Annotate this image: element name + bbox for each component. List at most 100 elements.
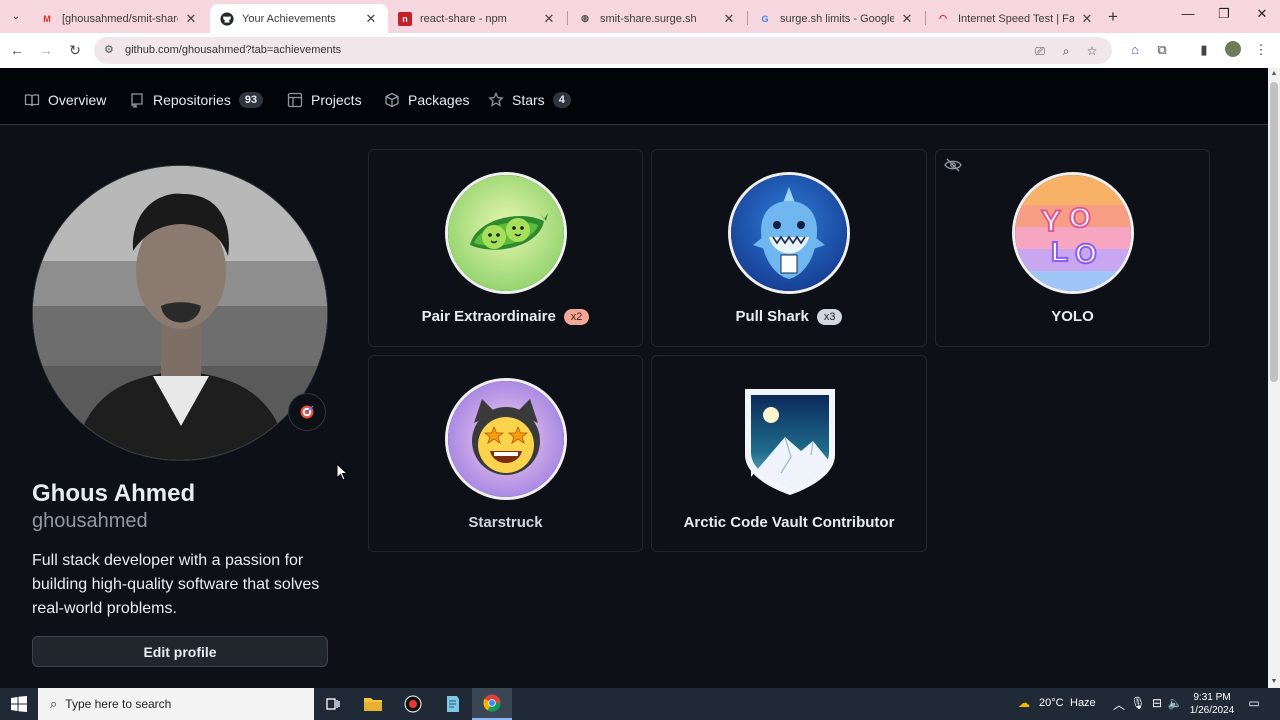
forward-icon[interactable]: → xyxy=(37,41,55,59)
star-eyes-cat-icon xyxy=(444,378,567,500)
achievement-card-arctic-code-vault[interactable]: Arctic Code Vault Contributor xyxy=(651,355,927,552)
volume-icon[interactable]: 🔈 xyxy=(1167,696,1183,710)
tab-title: smit-share.surge.sh xyxy=(600,12,697,25)
avatar[interactable] xyxy=(32,165,328,461)
scroll-down-arrow-icon[interactable]: ▼ xyxy=(1268,676,1280,688)
file-explorer-icon[interactable] xyxy=(353,688,393,720)
minimize-icon[interactable]: — xyxy=(1178,6,1198,21)
new-tab-button[interactable]: + xyxy=(1108,7,1118,27)
task-view-icon[interactable] xyxy=(313,688,353,720)
site-info-icon[interactable]: ⚙ xyxy=(104,44,117,57)
search-placeholder: Type here to search xyxy=(65,697,172,711)
close-icon[interactable]: ✕ xyxy=(900,11,914,27)
windows-logo-icon xyxy=(11,696,27,712)
shark-icon xyxy=(728,172,850,294)
tab-overview[interactable]: Overview xyxy=(24,92,106,108)
clock-date: 1/26/2024 xyxy=(1189,705,1235,716)
taskbar-search-box[interactable]: ⌕ Type here to search xyxy=(38,688,314,720)
extension-counter-icon[interactable]: ⌂ xyxy=(1126,41,1144,59)
weather-haze-icon[interactable]: ☁ xyxy=(1016,696,1032,710)
microphone-icon[interactable]: 🎙 xyxy=(1130,696,1146,710)
extensions-puzzle-icon[interactable]: ⧉ xyxy=(1153,41,1171,59)
back-icon[interactable]: ← xyxy=(8,41,26,59)
eye-closed-icon[interactable] xyxy=(944,158,962,172)
repo-icon xyxy=(129,92,145,108)
svg-text:O: O xyxy=(1075,238,1097,269)
taskbar-clock[interactable]: 9:31 PM 1/26/2024 xyxy=(1186,691,1238,717)
achievement-tier-badge: x2 xyxy=(563,308,590,325)
tab-label: Projects xyxy=(311,92,362,108)
arctic-vault-icon xyxy=(741,385,839,497)
tab-gmail[interactable]: M [ghousahmed/smit-share] Re ✕ xyxy=(30,4,208,33)
edit-profile-button[interactable]: Edit profile xyxy=(32,636,328,667)
weather-description[interactable]: Haze xyxy=(1070,697,1096,709)
tab-label: Packages xyxy=(408,92,470,108)
package-icon xyxy=(384,92,400,108)
tab-google-search[interactable]: G surge.sh limits - Google Sea ✕ xyxy=(748,4,924,33)
tab-npm[interactable]: n react-share - npm ✕ xyxy=(388,4,566,33)
tab-title: Your Achievements xyxy=(242,12,336,25)
globe-icon: ◍ xyxy=(581,13,589,23)
svg-text:O: O xyxy=(1069,202,1091,233)
tab-projects[interactable]: Projects xyxy=(287,92,362,108)
achievement-title: Arctic Code Vault Contributor xyxy=(683,514,895,531)
bookmark-star-icon[interactable]: ☆ xyxy=(1084,43,1100,59)
tab-stars[interactable]: Stars 4 xyxy=(488,92,571,108)
install-app-icon[interactable]: ⎚ xyxy=(1032,43,1048,59)
close-icon[interactable]: ✕ xyxy=(542,11,556,27)
profile-name: Ghous Ahmed xyxy=(32,480,196,507)
achievement-card-pair-extraordinaire[interactable]: Pair Extraordinaire x2 xyxy=(368,149,643,347)
close-icon[interactable]: ✕ xyxy=(364,11,378,27)
chrome-taskbar-icon[interactable] xyxy=(472,688,512,720)
window-close-icon[interactable]: ✕ xyxy=(1252,6,1272,22)
tab-search-chevron-icon[interactable]: ⌄ xyxy=(6,8,26,26)
restore-icon[interactable]: ❐ xyxy=(1214,6,1234,22)
close-icon[interactable]: ✕ xyxy=(722,11,736,27)
page-scrollbar[interactable]: ▲ ▼ xyxy=(1268,68,1280,688)
side-panel-icon[interactable]: ▮ xyxy=(1195,41,1213,59)
status-emoji-button[interactable] xyxy=(288,393,326,431)
book-icon xyxy=(24,92,40,108)
close-icon[interactable]: ✕ xyxy=(1080,11,1094,27)
stars-counter: 4 xyxy=(552,92,571,108)
chevron-up-icon[interactable]: ︿ xyxy=(1111,696,1127,713)
scroll-thumb[interactable] xyxy=(1270,82,1278,382)
tab-fast-com[interactable]: ◠ Internet Speed Test | Fast.co ✕ xyxy=(926,4,1104,33)
achievement-title: Pull Shark xyxy=(735,308,809,325)
browser-toolbar: ← → ↻ ⚙ github.com/ghousahmed?tab=achiev… xyxy=(0,33,1280,68)
star-icon xyxy=(488,92,504,108)
clock-time: 9:31 PM xyxy=(1193,692,1231,703)
achievement-card-pull-shark[interactable]: Pull Shark x3 xyxy=(651,149,927,347)
notepad-icon[interactable] xyxy=(432,688,472,720)
tab-title: react-share - npm xyxy=(420,12,507,25)
close-icon[interactable]: ✕ xyxy=(184,11,198,27)
chrome-menu-icon[interactable]: ⋮ xyxy=(1252,41,1270,59)
tab-label: Overview xyxy=(48,92,107,108)
tab-repositories[interactable]: Repositories 93 xyxy=(129,92,264,108)
notifications-icon[interactable]: ▭ xyxy=(1246,696,1262,710)
weather-temperature[interactable]: 20°C xyxy=(1039,697,1064,709)
profile-avatar-icon[interactable] xyxy=(1224,41,1242,59)
tab-packages[interactable]: Packages xyxy=(384,92,469,108)
reload-icon[interactable]: ↻ xyxy=(66,41,84,59)
network-icon[interactable]: ⊟ xyxy=(1149,696,1165,710)
windows-start-button[interactable] xyxy=(0,688,38,720)
zoom-icon[interactable]: ⌕ xyxy=(1058,43,1074,59)
address-bar[interactable]: ⚙ github.com/ghousahmed?tab=achievements… xyxy=(94,37,1112,64)
achievement-card-starstruck[interactable]: Starstruck xyxy=(368,355,643,552)
tab-your-achievements[interactable]: Your Achievements ✕ xyxy=(210,4,388,33)
url-text[interactable]: github.com/ghousahmed?tab=achievements xyxy=(125,44,341,56)
achievement-title: YOLO xyxy=(1051,308,1094,325)
achievement-tier-badge: x3 xyxy=(816,308,843,325)
profile-avatar[interactable] xyxy=(32,165,328,461)
achievement-card-yolo[interactable]: Y O L O YOLO xyxy=(935,149,1210,347)
yolo-icon: Y O L O xyxy=(1011,172,1134,294)
table-icon xyxy=(287,92,303,108)
scroll-up-arrow-icon[interactable]: ▲ xyxy=(1268,68,1280,80)
search-icon: ⌕ xyxy=(50,696,58,711)
recording-app-icon[interactable] xyxy=(393,688,433,720)
tab-title: [ghousahmed/smit-share] Re xyxy=(62,12,178,25)
tab-surge[interactable]: ◍ smit-share.surge.sh ✕ xyxy=(568,4,746,33)
tab-label: Repositories xyxy=(153,92,231,108)
profile-bio: Full stack developer with a passion for … xyxy=(32,552,320,617)
